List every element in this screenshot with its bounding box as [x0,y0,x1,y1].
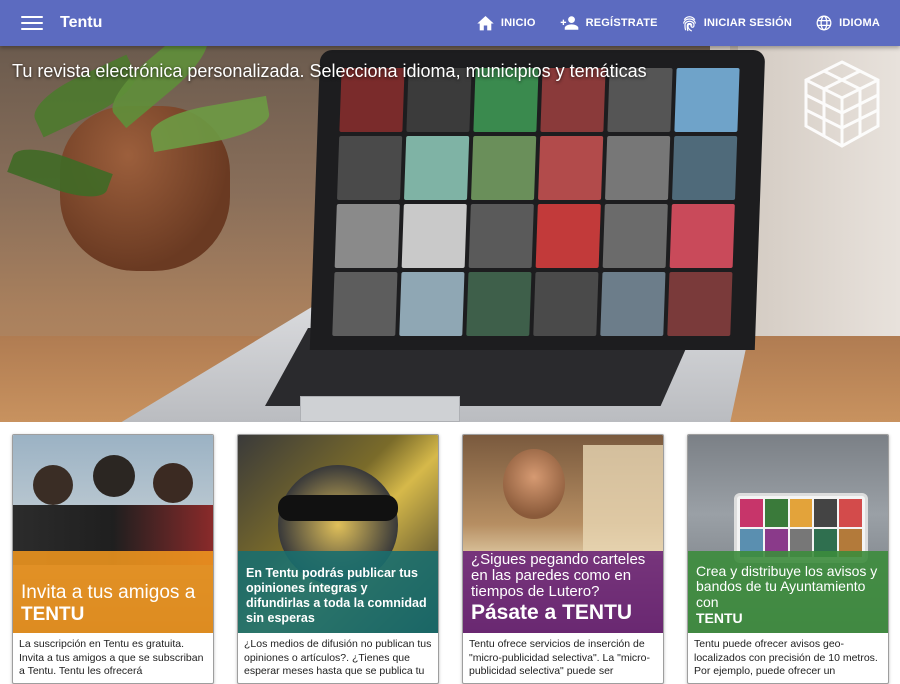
feature-cards: Invita a tus amigos a TENTU La suscripci… [0,422,900,684]
card-image: ¿Sigues pegando carteles en las paredes … [463,435,663,633]
top-nav: INICIO REGÍSTRATE INICIAR SESIÓN IDIOMA [477,0,880,46]
person-head [93,455,135,497]
hero-screen-tiles [332,68,740,336]
card-description: Tentu ofrece servicios de inserción de "… [469,638,650,677]
card-overlay: En Tentu podrás publicar tus opiniones í… [238,551,438,633]
card-headline-brand: TENTU [696,610,743,626]
painting-face [503,449,565,519]
card-headline-brand: TENTU [21,604,85,625]
person-head [33,465,73,505]
card-description: Tentu puede ofrecer avisos geo-localizad… [694,638,878,677]
card-headline: ¿Sigues pegando carteles en las paredes … [471,551,646,600]
card-description: ¿Los medios de difusión no publican tus … [244,638,432,677]
card-headline-brand: Pásate a TENTU [471,601,633,624]
nav-inicio-button[interactable]: INICIO [477,15,536,31]
hero-tagline: Tu revista electrónica personalizada. Se… [12,61,647,81]
nav-iniciar-sesion-label: INICIAR SESIÓN [703,17,793,29]
painting-poster [583,445,663,555]
card-invita-amigos[interactable]: Invita a tus amigos a TENTU La suscripci… [12,434,214,684]
card-description: La suscripción en Tentu es gratuita. Inv… [19,638,204,677]
card-headline: Crea y distribuye los avisos y bandos de… [696,562,878,610]
card-publicar-opiniones[interactable]: En Tentu podrás publicar tus opiniones í… [237,434,439,684]
card-avisos-ayuntamiento[interactable]: Crea y distribuye los avisos y bandos de… [687,434,889,684]
card-image: Invita a tus amigos a TENTU [13,435,213,633]
menu-icon[interactable] [21,14,43,32]
person-head [153,463,193,503]
card-image: En Tentu podrás publicar tus opiniones í… [238,435,438,633]
home-icon [477,15,494,30]
nav-iniciar-sesion-button[interactable]: INICIAR SESIÓN [682,15,792,32]
card-headline: En Tentu podrás publicar tus opiniones í… [246,566,427,625]
hero-laptop-screen [309,50,766,350]
card-image: Crea y distribuye los avisos y bandos de… [688,435,888,633]
globe-icon [816,15,832,31]
app-title[interactable]: Tentu [60,14,102,32]
nav-registrate-label: REGÍSTRATE [585,17,658,29]
tentu-cube-logo [804,60,880,148]
hero-laptop-trackpad [300,396,460,422]
nav-idioma-button[interactable]: IDIOMA [816,15,880,31]
card-overlay: Invita a tus amigos a TENTU [13,551,213,633]
hero-banner: Tu revista electrónica personalizada. Se… [0,46,900,422]
nav-idioma-label: IDIOMA [839,17,880,29]
card-overlay: ¿Sigues pegando carteles en las paredes … [463,551,663,633]
fingerprint-icon [682,15,696,32]
nav-inicio-label: INICIO [500,17,536,29]
nav-registrate-button[interactable]: REGÍSTRATE [560,16,658,30]
graffiti-sunglasses [278,495,398,521]
card-overlay: Crea y distribuye los avisos y bandos de… [688,551,888,633]
card-carteles-lutero[interactable]: ¿Sigues pegando carteles en las paredes … [462,434,664,684]
add-user-icon [560,16,578,30]
card-headline: Invita a tus amigos a [21,582,196,603]
app-bar: Tentu INICIO REGÍSTRATE INICIAR SESIÓN I… [0,0,900,46]
